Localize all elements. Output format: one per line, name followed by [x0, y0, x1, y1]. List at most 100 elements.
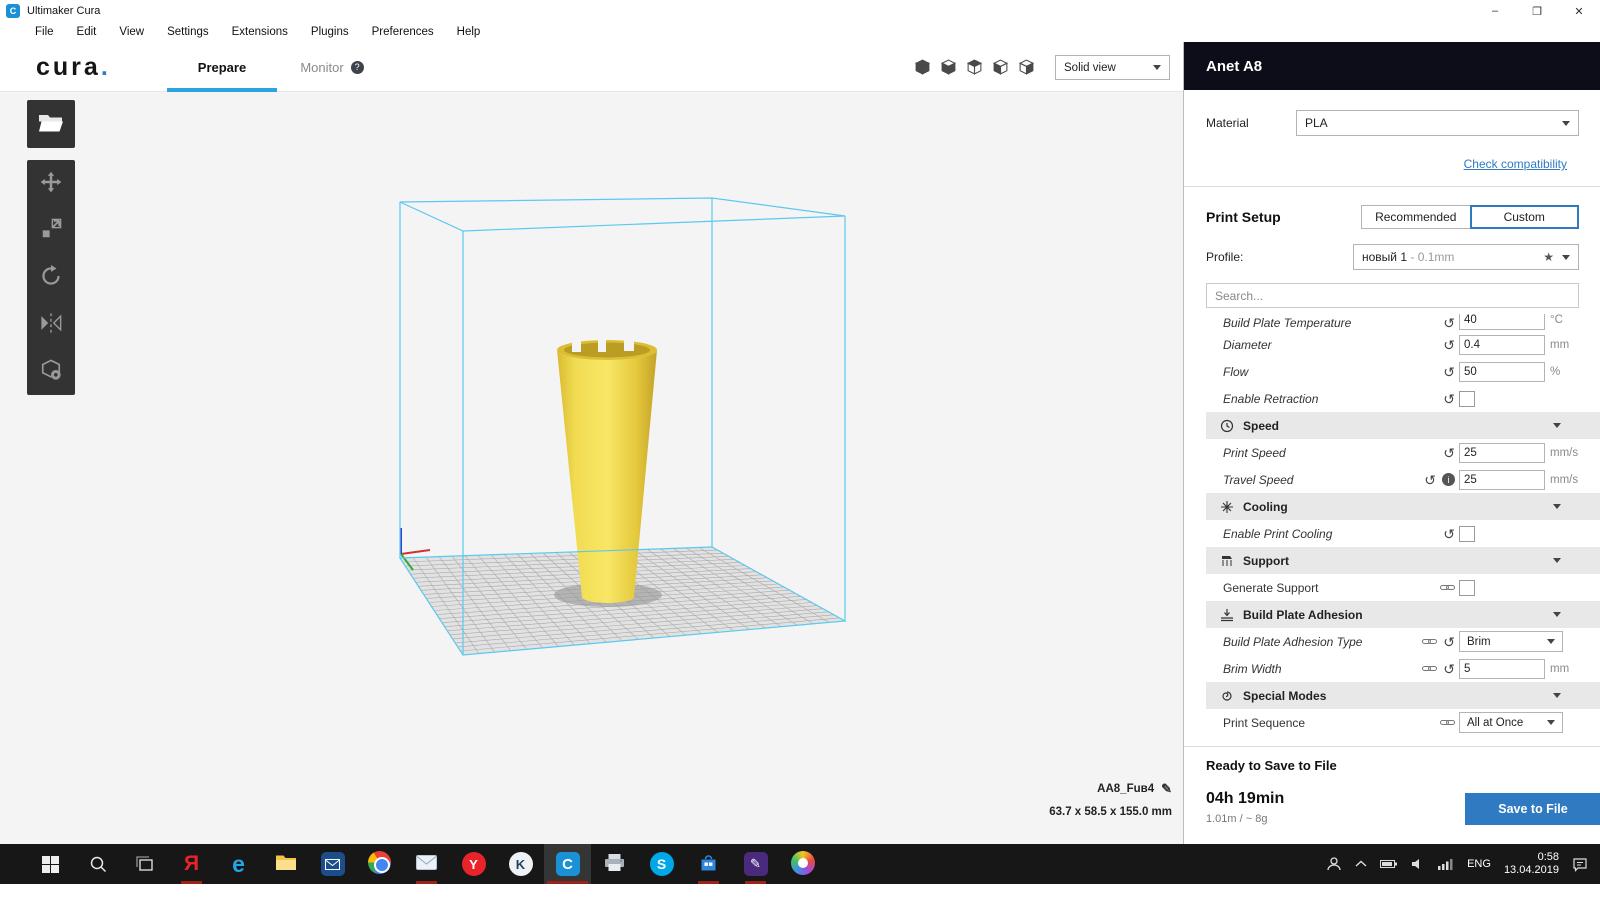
taskbar-app-yandex-mail[interactable]: Y — [450, 844, 497, 884]
top-view-icon[interactable] — [966, 59, 983, 76]
profile-dropdown[interactable]: новый 1 - 0.1mm ★ — [1353, 244, 1579, 270]
settings-category-build-plate-adhesion[interactable]: Build Plate Adhesion — [1206, 601, 1600, 628]
battery-icon[interactable] — [1380, 859, 1398, 869]
mail-dark-icon — [321, 852, 345, 876]
revert-icon[interactable]: ↺ — [1443, 446, 1455, 460]
link-icon[interactable] — [1422, 664, 1437, 673]
link-icon[interactable] — [1440, 718, 1455, 727]
menu-item-edit[interactable]: Edit — [77, 26, 97, 38]
3d-view-icon[interactable] — [914, 59, 931, 76]
link-icon[interactable] — [1422, 637, 1437, 646]
search-button[interactable] — [74, 844, 121, 884]
task-view-button[interactable] — [121, 844, 168, 884]
tab-monitor[interactable]: Monitor? — [277, 42, 387, 92]
setting-checkbox-generate-support[interactable] — [1459, 580, 1475, 596]
setting-select-print-sequence[interactable]: All at Once — [1459, 712, 1563, 733]
chevron-up-icon[interactable] — [1355, 860, 1367, 868]
settings-category-support[interactable]: Support — [1206, 547, 1600, 574]
network-icon[interactable] — [1438, 859, 1454, 870]
taskbar-app-cura[interactable]: C — [544, 844, 591, 884]
open-file-button[interactable] — [27, 100, 75, 148]
people-icon[interactable] — [1326, 856, 1342, 872]
taskbar-app-mail[interactable] — [403, 844, 450, 884]
menu-item-extensions[interactable]: Extensions — [232, 26, 288, 38]
taskbar-app-skype[interactable]: S — [638, 844, 685, 884]
setting-input-print-speed[interactable] — [1459, 443, 1545, 463]
setting-checkbox-enable-retraction[interactable] — [1459, 391, 1475, 407]
revert-icon[interactable]: ↺ — [1443, 527, 1455, 541]
per-model-settings-tool-button[interactable] — [27, 348, 75, 395]
taskbar-app-file-explorer[interactable] — [262, 844, 309, 884]
close-button[interactable]: ✕ — [1558, 0, 1600, 22]
rename-pencil-icon[interactable]: ✎ — [1161, 781, 1172, 797]
move-tool-button[interactable] — [27, 160, 75, 207]
setting-select-build-plate-adhesion-type[interactable]: Brim — [1459, 631, 1563, 652]
tab-prepare[interactable]: Prepare — [167, 42, 277, 92]
rotate-tool-button[interactable] — [27, 254, 75, 301]
chevron-down-icon — [1553, 693, 1561, 698]
machine-selector[interactable]: Anet A8 — [1184, 42, 1600, 90]
taskbar-app-kompas[interactable]: K — [497, 844, 544, 884]
mirror-tool-button[interactable] — [27, 301, 75, 348]
taskbar-app-edge[interactable]: e — [215, 844, 262, 884]
revert-icon[interactable]: ↺ — [1443, 316, 1455, 330]
front-view-icon[interactable] — [940, 59, 957, 76]
minimize-button[interactable]: – — [1474, 0, 1516, 22]
settings-category-cooling[interactable]: Cooling — [1206, 493, 1600, 520]
info-icon[interactable]: i — [1442, 473, 1455, 486]
right-view-icon[interactable] — [1018, 59, 1035, 76]
mode-custom-button[interactable]: Custom — [1470, 205, 1580, 229]
setting-row-generate-support: Generate Support — [1206, 574, 1600, 601]
star-icon[interactable]: ★ — [1543, 250, 1554, 264]
menu-item-plugins[interactable]: Plugins — [311, 26, 349, 38]
setting-input-brim-width[interactable] — [1459, 659, 1545, 679]
volume-icon[interactable] — [1411, 858, 1425, 870]
settings-category-special-modes[interactable]: Special Modes — [1206, 682, 1600, 709]
scale-tool-icon — [40, 218, 62, 243]
taskbar-app-printer[interactable] — [591, 844, 638, 884]
screen: C Ultimaker Cura – ❐ ✕ FileEditViewSetti… — [0, 0, 1600, 900]
revert-icon[interactable]: ↺ — [1443, 662, 1455, 676]
revert-icon[interactable]: ↺ — [1443, 365, 1455, 379]
view-mode-dropdown[interactable]: Solid view — [1055, 55, 1170, 80]
search-input[interactable] — [1206, 283, 1579, 308]
setting-input-diameter[interactable] — [1459, 335, 1545, 355]
viewport[interactable]: AA8_Fuв4 ✎ 63.7 x 58.5 x 155.0 mm — [0, 92, 1183, 844]
clock[interactable]: 0:58 13.04.2019 — [1504, 851, 1559, 877]
revert-icon[interactable]: ↺ — [1424, 473, 1436, 487]
chevron-down-icon — [1547, 639, 1555, 644]
taskbar-app-chrome[interactable] — [356, 844, 403, 884]
revert-icon[interactable]: ↺ — [1443, 635, 1455, 649]
revert-icon[interactable]: ↺ — [1443, 338, 1455, 352]
language-indicator[interactable]: ENG — [1467, 858, 1491, 870]
setting-input-travel-speed[interactable] — [1459, 470, 1545, 490]
chevron-down-icon — [1553, 612, 1561, 617]
menu-item-preferences[interactable]: Preferences — [372, 26, 434, 38]
3d-scene[interactable] — [0, 92, 1183, 844]
taskbar-app-mail-dark[interactable] — [309, 844, 356, 884]
settings-category-speed[interactable]: Speed — [1206, 412, 1600, 439]
check-compatibility-link[interactable]: Check compatibility — [1464, 157, 1567, 171]
start-button[interactable] — [27, 844, 74, 884]
maximize-button[interactable]: ❐ — [1516, 0, 1558, 22]
taskbar-app-store[interactable] — [685, 844, 732, 884]
revert-icon[interactable]: ↺ — [1443, 392, 1455, 406]
setting-input-flow[interactable] — [1459, 362, 1545, 382]
left-view-icon[interactable] — [992, 59, 1009, 76]
scale-tool-button[interactable] — [27, 207, 75, 254]
taskbar-app-yandex-browser[interactable]: Я — [168, 844, 215, 884]
menu-item-file[interactable]: File — [35, 26, 54, 38]
notification-center-icon[interactable] — [1572, 857, 1588, 872]
mode-recommended-button[interactable]: Recommended — [1361, 205, 1471, 229]
menu-item-view[interactable]: View — [119, 26, 144, 38]
setting-input-build-plate-temperature[interactable] — [1459, 314, 1545, 330]
link-icon[interactable] — [1440, 583, 1455, 592]
menu-item-settings[interactable]: Settings — [167, 26, 209, 38]
taskbar-app-paint[interactable] — [779, 844, 826, 884]
save-to-file-button[interactable]: Save to File — [1465, 793, 1600, 825]
setting-checkbox-enable-print-cooling[interactable] — [1459, 526, 1475, 542]
material-dropdown[interactable]: PLA — [1296, 110, 1579, 136]
taskbar-app-pen[interactable]: ✎ — [732, 844, 779, 884]
menu-item-help[interactable]: Help — [457, 26, 481, 38]
setting-row-enable-print-cooling: Enable Print Cooling↺ — [1206, 520, 1600, 547]
